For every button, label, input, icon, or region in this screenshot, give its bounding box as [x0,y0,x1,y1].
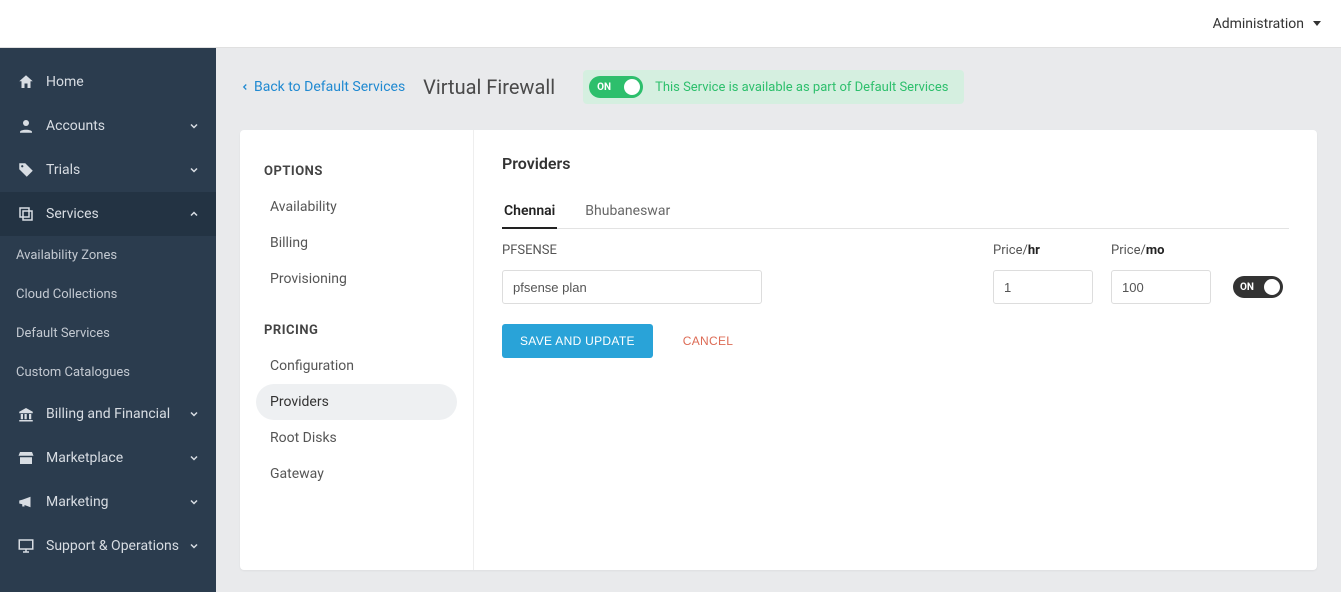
option-availability[interactable]: Availability [256,189,457,225]
nav-sub-cloud-collections[interactable]: Cloud Collections [0,275,216,314]
monitor-icon [16,536,36,556]
topbar: Administration [0,0,1341,48]
nav-label: Services [46,206,99,222]
nav-sub-custom-catalogues[interactable]: Custom Catalogues [0,353,216,392]
nav-sub-default-services[interactable]: Default Services [0,314,216,353]
tab-bhubaneswar[interactable]: Bhubaneswar [583,195,672,229]
service-toggle[interactable]: ON [589,76,643,98]
back-link[interactable]: Back to Default Services [240,79,405,95]
layers-icon [16,204,36,224]
banner-text: This Service is available as part of Def… [655,80,948,95]
service-status-banner: ON This Service is available as part of … [583,70,964,104]
chevron-down-icon [188,164,200,176]
row-toggle[interactable]: ON [1233,276,1283,298]
home-icon [16,72,36,92]
page-title: Virtual Firewall [423,75,555,99]
megaphone-icon [16,492,36,512]
chevron-down-icon [188,452,200,464]
nav-label: Home [46,74,84,90]
pricing-row: ON [502,270,1289,304]
nav-label: Marketplace [46,450,123,466]
pricing-heading: PRICING [264,323,449,338]
save-button[interactable]: SAVE AND UPDATE [502,324,653,358]
bank-icon [16,404,36,424]
chevron-down-icon [188,408,200,420]
providers-content: Providers Chennai Bhubaneswar PFSENSE Pr… [474,130,1317,570]
toggle-knob [624,79,640,95]
chevron-left-icon [240,80,250,94]
sidebar: Home Accounts Trials Services [0,48,216,592]
option-billing[interactable]: Billing [256,225,457,261]
content-title: Providers [502,154,1289,173]
nav-marketplace[interactable]: Marketplace [0,436,216,480]
options-heading: OPTIONS [264,164,449,179]
chevron-down-icon [188,540,200,552]
header-row: Back to Default Services Virtual Firewal… [240,70,1317,104]
nav-label: Trials [46,162,80,178]
nav-support-operations[interactable]: Support & Operations [0,524,216,568]
tag-icon [16,160,36,180]
admin-label: Administration [1213,16,1304,32]
nav-label: Marketing [46,494,109,510]
option-gateway[interactable]: Gateway [256,456,457,492]
toggle-label: ON [597,82,611,93]
chevron-down-icon [188,120,200,132]
chevron-up-icon [188,208,200,220]
cancel-button[interactable]: CANCEL [683,334,733,348]
nav-label: Support & Operations [46,538,179,554]
nav-services[interactable]: Services [0,192,216,236]
price-hr-input[interactable] [993,270,1093,304]
action-buttons: SAVE AND UPDATE CANCEL [502,324,1289,358]
region-tabs: Chennai Bhubaneswar [502,195,1289,229]
nav-trials[interactable]: Trials [0,148,216,192]
main-content: Back to Default Services Virtual Firewal… [216,48,1341,592]
admin-menu[interactable]: Administration [1213,16,1321,32]
nav-label: Billing and Financial [46,406,170,422]
chevron-down-icon [188,496,200,508]
provider-name-header: PFSENSE [502,243,993,258]
caret-down-icon [1310,16,1321,32]
pricing-header: PFSENSE Price/hr Price/mo [502,243,1289,258]
price-mo-input[interactable] [1111,270,1211,304]
nav-home[interactable]: Home [0,60,216,104]
nav-billing-financial[interactable]: Billing and Financial [0,392,216,436]
option-configuration[interactable]: Configuration [256,348,457,384]
price-hr-header: Price/hr [993,243,1103,258]
plan-name-input[interactable] [502,270,762,304]
toggle-label: ON [1240,282,1254,293]
store-icon [16,448,36,468]
nav-accounts[interactable]: Accounts [0,104,216,148]
user-icon [16,116,36,136]
back-label: Back to Default Services [254,79,405,95]
option-root-disks[interactable]: Root Disks [256,420,457,456]
nav-label: Accounts [46,118,105,134]
price-mo-header: Price/mo [1111,243,1221,258]
nav-marketing[interactable]: Marketing [0,480,216,524]
option-providers[interactable]: Providers [256,384,457,420]
options-panel: OPTIONS Availability Billing Provisionin… [240,130,474,570]
settings-card: OPTIONS Availability Billing Provisionin… [240,130,1317,570]
nav-sub-availability-zones[interactable]: Availability Zones [0,236,216,275]
tab-chennai[interactable]: Chennai [502,195,557,229]
option-provisioning[interactable]: Provisioning [256,261,457,297]
toggle-knob [1264,279,1280,295]
